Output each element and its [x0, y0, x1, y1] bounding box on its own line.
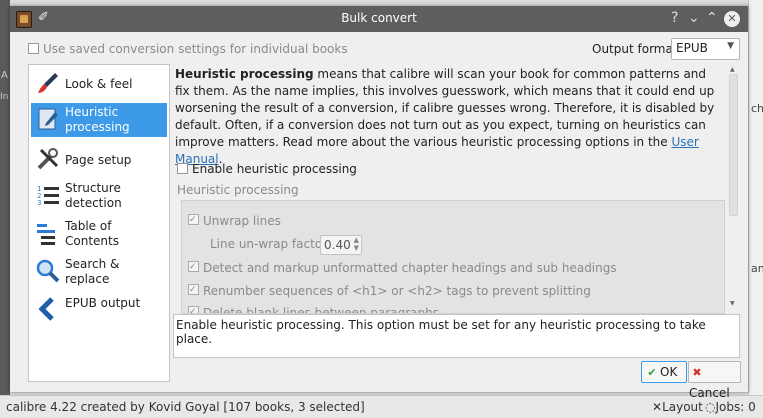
checkbox-box[interactable]: [28, 43, 39, 54]
chevron-down-icon: ▼: [727, 41, 734, 51]
sidebar-item-table-of-contents[interactable]: Table of Contents: [31, 217, 167, 251]
ok-label: OK: [660, 365, 678, 379]
detect-headings-label: Detect and markup unformatted chapter he…: [203, 261, 617, 275]
detect-headings-checkbox[interactable]: Detect and markup unformatted chapter he…: [188, 261, 617, 275]
checkbox-box[interactable]: [188, 214, 199, 225]
unwrap-factor-spinbox[interactable]: 0.40 ▲ ▼: [320, 235, 362, 255]
cross-icon: ✖: [692, 366, 702, 379]
checkbox-box[interactable]: [188, 261, 199, 272]
sidebar-item-label: Structure: [65, 181, 121, 195]
renumber-headings-label: Renumber sequences of <h1> or <h2> tags …: [203, 284, 591, 298]
checkbox-box[interactable]: [188, 284, 199, 295]
ok-button[interactable]: ✔ OK: [641, 361, 687, 383]
toc-icon: [37, 224, 55, 245]
close-button[interactable]: ✕: [724, 11, 740, 27]
help-text: Enable heuristic processing. This option…: [176, 318, 706, 346]
scroll-thumb[interactable]: [729, 74, 738, 216]
enable-heuristic-label: Enable heuristic processing: [192, 162, 357, 176]
svg-text:3: 3: [37, 199, 41, 207]
sidebar-item-label: Contents: [65, 234, 119, 248]
dialog-title: Bulk convert: [341, 11, 417, 25]
output-format-select[interactable]: EPUB ▼: [671, 38, 740, 60]
unwrap-lines-checkbox[interactable]: Unwrap lines: [188, 214, 281, 228]
cancel-button[interactable]: ✖ Cancel: [688, 361, 741, 400]
sidebar-item-label: Look & feel: [65, 77, 133, 91]
sidebar-item-label: detection: [65, 196, 122, 210]
maximize-button[interactable]: ⌃: [706, 10, 718, 26]
delete-blank-lines-label: Delete blank lines between paragraphs: [203, 306, 439, 314]
background-right-panel: ch an: [748, 0, 763, 395]
intro-paragraph: Heuristic processing means that calibre …: [175, 66, 723, 168]
use-saved-settings-checkbox[interactable]: Use saved conversion settings for indivi…: [28, 42, 348, 56]
sidebar-item-heuristic-processing[interactable]: Heuristic processing: [31, 103, 167, 137]
unwrap-factor-value: 0.40: [324, 238, 351, 252]
help-text-box: Enable heuristic processing. This option…: [173, 314, 740, 358]
use-saved-label: Use saved conversion settings for indivi…: [43, 42, 348, 56]
numbered-list-icon: 123: [37, 185, 59, 207]
sidebar-item-label: Search &: [65, 257, 120, 271]
help-button[interactable]: ?: [671, 10, 678, 26]
sidebar-item-label: processing: [65, 120, 130, 134]
status-bar: calibre 4.22 created by Kovid Goyal [107…: [0, 395, 763, 418]
layout-icon: ✕: [652, 400, 663, 414]
renumber-headings-checkbox[interactable]: Renumber sequences of <h1> or <h2> tags …: [188, 284, 591, 298]
bulk-convert-dialog: ✐ Bulk convert ? ⌄ ⌃ ✕ Use saved convers…: [10, 6, 748, 400]
sidebar-item-label: replace: [65, 272, 110, 286]
sidebar-item-epub-output[interactable]: EPUB output: [31, 293, 167, 327]
sidebar-item-page-setup[interactable]: Page setup: [31, 143, 167, 177]
delete-blank-lines-checkbox[interactable]: Delete blank lines between paragraphs: [188, 306, 439, 314]
tools-icon: [37, 148, 59, 170]
sidebar-item-label: Table of: [65, 219, 112, 233]
background-label: In: [0, 92, 9, 102]
unwrap-factor-label: Line un-wrap factor:: [210, 237, 331, 251]
intro-bold: Heuristic processing: [175, 67, 314, 81]
settings-sidebar: Look & feel Heuristic processing Page se…: [28, 64, 170, 382]
scroll-up-icon[interactable]: ▲: [730, 66, 735, 73]
minimize-button[interactable]: ⌄: [688, 10, 700, 26]
cancel-label: Cancel: [689, 386, 730, 400]
status-text: calibre 4.22 created by Kovid Goyal [107…: [6, 400, 365, 414]
chevron-left-icon: [38, 297, 54, 321]
title-bar[interactable]: ✐ Bulk convert ? ⌄ ⌃ ✕: [10, 6, 748, 32]
sidebar-item-label: Heuristic: [65, 105, 119, 119]
enable-heuristic-checkbox[interactable]: Enable heuristic processing: [177, 162, 357, 176]
sidebar-item-search-replace[interactable]: Search & replace: [31, 255, 167, 289]
content-scrollbar[interactable]: ▲ ▼: [728, 64, 738, 310]
sidebar-item-label: Page setup: [65, 153, 132, 167]
background-label: A: [1, 70, 8, 81]
unwrap-lines-label: Unwrap lines: [203, 214, 281, 228]
output-format-value: EPUB: [676, 41, 708, 55]
output-format-label: Output format:: [592, 42, 682, 56]
paintbrush-icon: [38, 73, 58, 93]
heuristic-group-title: Heuristic processing: [177, 183, 299, 197]
background-text: an: [751, 262, 763, 275]
checkbox-box[interactable]: [177, 163, 188, 174]
scroll-down-icon[interactable]: ▼: [730, 300, 735, 307]
heuristic-settings-panel: Heuristic processing means that calibre …: [173, 64, 738, 314]
sidebar-item-label: EPUB output: [65, 296, 141, 310]
checkmark-icon: ✔: [647, 366, 657, 379]
sidebar-item-look-and-feel[interactable]: Look & feel: [31, 67, 167, 101]
spin-arrows-icon[interactable]: ▲ ▼: [354, 236, 359, 252]
background-text: ch: [751, 102, 763, 115]
sidebar-item-structure-detection[interactable]: 123 Structure detection: [31, 179, 167, 213]
magnifier-icon: [36, 259, 60, 283]
heuristic-options-group: Unwrap lines Line un-wrap factor: 0.40 ▲…: [181, 200, 725, 314]
checkbox-box[interactable]: [188, 306, 199, 313]
background-left-panel: A In: [0, 0, 10, 395]
document-pen-icon: [38, 108, 58, 130]
